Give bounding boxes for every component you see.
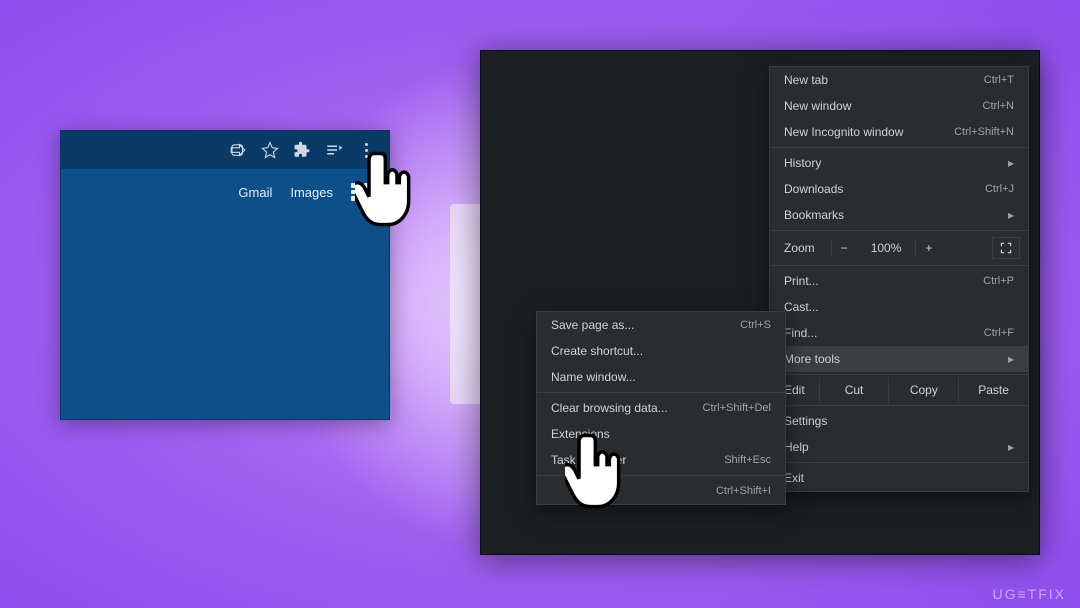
star-icon[interactable] bbox=[261, 141, 279, 159]
more-tools-submenu: Save page as... Ctrl+S Create shortcut..… bbox=[536, 311, 786, 505]
menu-label: Extensions bbox=[551, 427, 610, 441]
menu-shortcut: Ctrl+T bbox=[984, 74, 1014, 86]
submenu-dev-tools[interactable]: Developer tools Ctrl+Shift+I bbox=[537, 478, 785, 504]
menu-label: Exit bbox=[784, 471, 804, 485]
menu-more-tools[interactable]: More tools ▸ bbox=[770, 346, 1028, 372]
submenu-arrow-icon: ▸ bbox=[1008, 352, 1014, 366]
media-icon[interactable] bbox=[325, 141, 343, 159]
menu-cast[interactable]: Cast... bbox=[770, 294, 1028, 320]
menu-label: Help bbox=[784, 440, 809, 454]
zoom-out-button[interactable]: − bbox=[831, 239, 857, 257]
cut-button[interactable]: Cut bbox=[819, 377, 889, 403]
menu-label: New tab bbox=[784, 73, 828, 87]
menu-shortcut: Ctrl+Shift+N bbox=[954, 126, 1014, 138]
submenu-arrow-icon: ▸ bbox=[1008, 156, 1014, 170]
gmail-link[interactable]: Gmail bbox=[238, 185, 272, 200]
menu-separator bbox=[770, 265, 1028, 266]
menu-edit: Edit Cut Copy Paste bbox=[770, 377, 1028, 403]
browser-toolbar bbox=[61, 131, 389, 169]
menu-separator bbox=[770, 230, 1028, 231]
menu-shortcut: Ctrl+N bbox=[983, 100, 1014, 112]
zoom-in-button[interactable]: + bbox=[915, 239, 941, 257]
menu-label: Print... bbox=[784, 274, 819, 288]
submenu-clear-data[interactable]: Clear browsing data... Ctrl+Shift+Del bbox=[537, 395, 785, 421]
zoom-percent: 100% bbox=[863, 239, 910, 257]
menu-zoom: Zoom − 100% + bbox=[770, 233, 1028, 263]
paste-button[interactable]: Paste bbox=[958, 377, 1028, 403]
menu-shortcut: Ctrl+Shift+I bbox=[716, 485, 771, 497]
menu-new-window[interactable]: New window Ctrl+N bbox=[770, 93, 1028, 119]
menu-shortcut: Ctrl+S bbox=[740, 319, 771, 331]
menu-label: Bookmarks bbox=[784, 208, 844, 222]
images-link[interactable]: Images bbox=[290, 185, 333, 200]
menu-settings[interactable]: Settings bbox=[770, 408, 1028, 434]
menu-label: History bbox=[784, 156, 821, 170]
submenu-arrow-icon: ▸ bbox=[1008, 440, 1014, 454]
menu-label: Downloads bbox=[784, 182, 843, 196]
submenu-extensions[interactable]: Extensions bbox=[537, 421, 785, 447]
fullscreen-button[interactable] bbox=[992, 237, 1020, 259]
menu-new-incognito[interactable]: New Incognito window Ctrl+Shift+N bbox=[770, 119, 1028, 145]
menu-separator bbox=[770, 405, 1028, 406]
menu-shortcut: Shift+Esc bbox=[724, 454, 771, 466]
menu-shortcut: Ctrl+P bbox=[983, 275, 1014, 287]
submenu-save-page[interactable]: Save page as... Ctrl+S bbox=[537, 312, 785, 338]
menu-label: Name window... bbox=[551, 370, 636, 384]
menu-bookmarks[interactable]: Bookmarks ▸ bbox=[770, 202, 1028, 228]
fullscreen-icon bbox=[999, 241, 1013, 255]
menu-separator bbox=[770, 374, 1028, 375]
menu-label: Create shortcut... bbox=[551, 344, 643, 358]
menu-label: More tools bbox=[784, 352, 840, 366]
submenu-task-manager[interactable]: Task manager Shift+Esc bbox=[537, 447, 785, 473]
chrome-window-right: New tab Ctrl+T New window Ctrl+N New Inc… bbox=[480, 50, 1040, 555]
menu-label: New Incognito window bbox=[784, 125, 903, 139]
menu-history[interactable]: History ▸ bbox=[770, 150, 1028, 176]
watermark: UG≡TFIX bbox=[992, 586, 1066, 602]
share-icon[interactable] bbox=[229, 141, 247, 159]
menu-help[interactable]: Help ▸ bbox=[770, 434, 1028, 460]
menu-label: Save page as... bbox=[551, 318, 634, 332]
menu-downloads[interactable]: Downloads Ctrl+J bbox=[770, 176, 1028, 202]
google-header-links: Gmail Images bbox=[61, 169, 389, 215]
extensions-icon[interactable] bbox=[293, 141, 311, 159]
menu-separator bbox=[770, 462, 1028, 463]
menu-label: Clear browsing data... bbox=[551, 401, 668, 415]
menu-label: New window bbox=[784, 99, 851, 113]
menu-shortcut: Ctrl+J bbox=[985, 183, 1014, 195]
menu-label: Find... bbox=[784, 326, 817, 340]
menu-separator bbox=[770, 147, 1028, 148]
menu-label: Settings bbox=[784, 414, 827, 428]
kebab-menu-icon[interactable] bbox=[357, 141, 375, 159]
menu-separator bbox=[537, 475, 785, 476]
menu-shortcut: Ctrl+F bbox=[984, 327, 1014, 339]
apps-grid-icon[interactable] bbox=[351, 183, 369, 201]
menu-print[interactable]: Print... Ctrl+P bbox=[770, 268, 1028, 294]
submenu-create-shortcut[interactable]: Create shortcut... bbox=[537, 338, 785, 364]
chrome-window-left: Gmail Images bbox=[60, 130, 390, 420]
chrome-main-menu: New tab Ctrl+T New window Ctrl+N New Inc… bbox=[769, 66, 1029, 492]
submenu-arrow-icon: ▸ bbox=[1008, 208, 1014, 222]
menu-find[interactable]: Find... Ctrl+F bbox=[770, 320, 1028, 346]
menu-shortcut: Ctrl+Shift+Del bbox=[703, 402, 771, 414]
menu-label: Task manager bbox=[551, 453, 626, 467]
submenu-name-window[interactable]: Name window... bbox=[537, 364, 785, 390]
zoom-label: Zoom bbox=[784, 241, 815, 255]
menu-new-tab[interactable]: New tab Ctrl+T bbox=[770, 67, 1028, 93]
copy-button[interactable]: Copy bbox=[888, 377, 958, 403]
menu-exit[interactable]: Exit bbox=[770, 465, 1028, 491]
menu-label: Cast... bbox=[784, 300, 819, 314]
menu-separator bbox=[537, 392, 785, 393]
